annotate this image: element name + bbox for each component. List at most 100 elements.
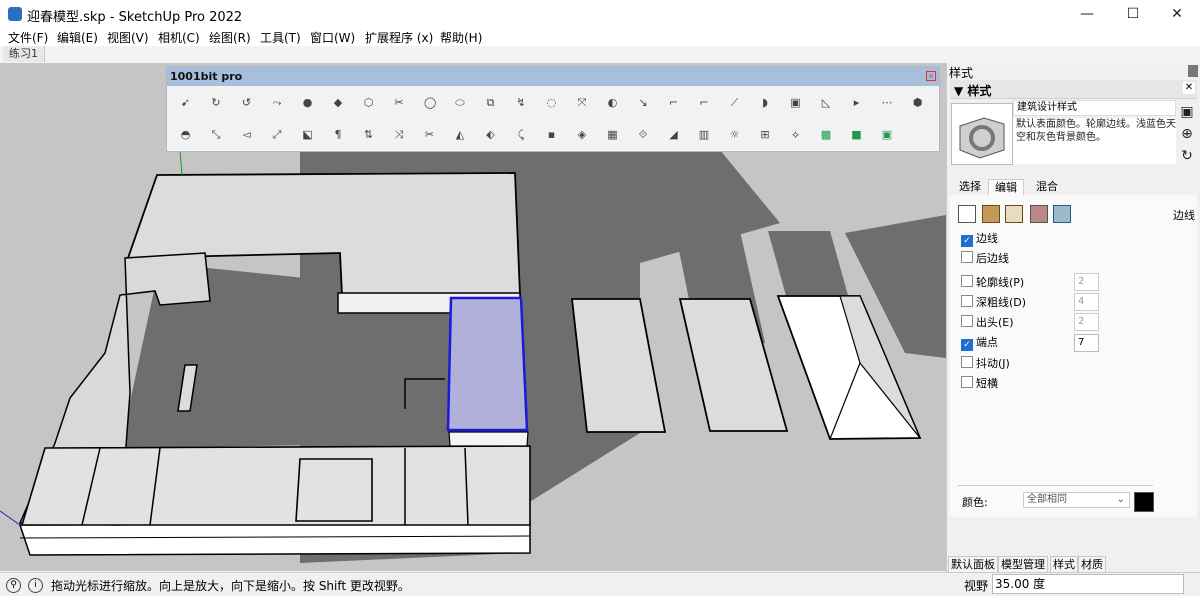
face-settings-icon[interactable] bbox=[982, 205, 1000, 223]
edges-checkbox-icon[interactable]: ✓ bbox=[961, 235, 973, 247]
dashes-checkbox-icon[interactable] bbox=[961, 376, 973, 388]
plugin-tool-icon[interactable]: ▩ bbox=[821, 129, 832, 140]
fov-value-field[interactable]: 35.00 度 bbox=[992, 574, 1184, 594]
color-mode-select[interactable]: 全部相同 ⌄ bbox=[1023, 492, 1130, 508]
plugin-tool-icon[interactable]: ◆ bbox=[333, 97, 344, 108]
minimize-button[interactable]: — bbox=[1064, 0, 1110, 28]
option-dashes[interactable]: 短横 bbox=[961, 376, 998, 390]
menu-edit[interactable]: 编辑(E) bbox=[57, 29, 98, 46]
plugin-tool-icon[interactable]: ⟐ bbox=[638, 129, 649, 140]
background-settings-icon[interactable] bbox=[1005, 205, 1023, 223]
plugin-tool-icon[interactable]: ↯ bbox=[516, 97, 527, 108]
plugin-tool-icon[interactable]: ▦ bbox=[607, 129, 618, 140]
plugin-tool-icon[interactable]: ⧉ bbox=[485, 97, 496, 108]
menu-camera[interactable]: 相机(C) bbox=[158, 29, 200, 46]
back-edges-checkbox-icon[interactable] bbox=[961, 251, 973, 263]
endpoints-checkbox-icon[interactable]: ✓ bbox=[961, 339, 973, 351]
plugin-tool-icon[interactable]: ☼ bbox=[729, 129, 740, 140]
plugin-tool-icon[interactable]: ■ bbox=[851, 129, 862, 140]
plugin-tool-icon[interactable]: ⌐ bbox=[668, 97, 679, 108]
tab-select[interactable]: 选择 bbox=[953, 179, 987, 195]
tab-mix[interactable]: 混合 bbox=[1030, 179, 1064, 195]
scene-tab[interactable]: 练习1 bbox=[3, 46, 45, 62]
plugin-tool-icon[interactable]: ⤢ bbox=[272, 129, 283, 140]
watermark-settings-icon[interactable] bbox=[1030, 205, 1048, 223]
plugin-tool-icon[interactable]: ➹ bbox=[180, 97, 191, 108]
create-style-icon[interactable]: ⊕ bbox=[1180, 127, 1194, 141]
plugin-tool-icon[interactable]: ⬢ bbox=[912, 97, 923, 108]
plugin-tool-icon[interactable]: ¶ bbox=[333, 129, 344, 140]
menu-help[interactable]: 帮助(H) bbox=[440, 29, 482, 46]
plugin-tool-icon[interactable]: ⇅ bbox=[363, 129, 374, 140]
edge-settings-icon[interactable] bbox=[958, 205, 976, 223]
plugin-tool-icon[interactable]: ⤳ bbox=[272, 97, 283, 108]
styles-panel-header[interactable]: ▼ 样式 ✕ bbox=[950, 80, 1197, 99]
plugin-tool-icon[interactable]: ⋯ bbox=[882, 97, 893, 108]
menu-draw[interactable]: 绘图(R) bbox=[209, 29, 251, 46]
toolbar-close-icon[interactable]: × bbox=[926, 71, 936, 81]
plugin-tool-icon[interactable]: ◓ bbox=[180, 129, 191, 140]
location-icon[interactable]: ⚲ bbox=[6, 578, 21, 593]
plugin-tool-icon[interactable]: ▥ bbox=[699, 129, 710, 140]
plugin-tool-icon[interactable]: ⟡ bbox=[790, 129, 801, 140]
depth-cue-field[interactable]: 4 bbox=[1074, 293, 1099, 311]
option-extension[interactable]: 出头(E) bbox=[961, 315, 1014, 329]
plugin-tool-icon[interactable]: ▪ bbox=[546, 129, 557, 140]
close-button[interactable]: ✕ bbox=[1154, 0, 1200, 28]
maximize-button[interactable]: ☐ bbox=[1110, 0, 1156, 28]
plugin-tool-icon[interactable]: ▣ bbox=[790, 97, 801, 108]
plugin-tool-icon[interactable]: ↘ bbox=[638, 97, 649, 108]
plugin-tool-icon[interactable]: ◯ bbox=[424, 97, 436, 108]
plugin-tool-icon[interactable]: ◌ bbox=[546, 97, 557, 108]
save-style-icon[interactable]: ▣ bbox=[1180, 105, 1194, 119]
plugin-tool-icon[interactable]: ⬡ bbox=[363, 97, 374, 108]
plugin-tool-icon[interactable]: ✂ bbox=[424, 129, 435, 140]
plugin-tool-icon[interactable]: ◐ bbox=[607, 97, 618, 108]
pin-icon[interactable] bbox=[1188, 65, 1198, 77]
edge-color-swatch[interactable] bbox=[1134, 492, 1154, 512]
profiles-checkbox-icon[interactable] bbox=[961, 275, 973, 287]
plugin-tool-icon[interactable]: ● bbox=[302, 97, 313, 108]
plugin-tool-icon[interactable]: ⤹ bbox=[516, 129, 527, 140]
plugin-tool-icon[interactable]: ⬭ bbox=[455, 97, 466, 108]
plugin-tool-icon[interactable]: ⟋ bbox=[729, 97, 740, 108]
menu-tools[interactable]: 工具(T) bbox=[260, 29, 301, 46]
plugin-tool-icon[interactable]: ↺ bbox=[241, 97, 252, 108]
plugin-tool-icon[interactable]: ◭ bbox=[455, 129, 466, 140]
style-description[interactable]: 默认表面颜色。轮廓边线。浅蓝色天空和灰色背景颜色。 bbox=[1013, 118, 1176, 164]
plugin-tool-icon[interactable]: ⤡ bbox=[211, 129, 222, 140]
plugin-tool-icon[interactable]: ◺ bbox=[821, 97, 832, 108]
plugin-tool-icon[interactable]: ▣ bbox=[882, 129, 893, 140]
info-icon[interactable]: i bbox=[28, 578, 43, 593]
style-name-field[interactable]: 建筑设计样式 bbox=[1013, 100, 1176, 116]
option-jitter[interactable]: 抖动(J) bbox=[961, 356, 1010, 370]
profiles-width-field[interactable]: 2 bbox=[1074, 273, 1099, 291]
menu-file[interactable]: 文件(F) bbox=[8, 29, 48, 46]
plugin-tool-icon[interactable]: ◈ bbox=[577, 129, 588, 140]
plugin-tool-icon[interactable]: ◢ bbox=[668, 129, 679, 140]
panel-close-icon[interactable]: ✕ bbox=[1183, 82, 1195, 94]
plugin-tool-icon[interactable]: ⤨ bbox=[394, 129, 405, 140]
depth-cue-checkbox-icon[interactable] bbox=[961, 295, 973, 307]
option-edges[interactable]: ✓ 边线 bbox=[961, 232, 998, 247]
extension-field[interactable]: 2 bbox=[1074, 313, 1099, 331]
menu-view[interactable]: 视图(V) bbox=[107, 29, 149, 46]
plugin-tool-icon[interactable]: ↻ bbox=[211, 97, 222, 108]
option-profiles[interactable]: 轮廓线(P) bbox=[961, 275, 1024, 289]
style-thumbnail[interactable] bbox=[951, 103, 1013, 165]
option-endpoints[interactable]: ✓ 端点 bbox=[961, 336, 998, 351]
plugin-tool-icon[interactable]: ▸ bbox=[851, 97, 862, 108]
plugin-tool-icon[interactable]: ⊞ bbox=[760, 129, 771, 140]
extension-checkbox-icon[interactable] bbox=[961, 315, 973, 327]
plugin-tool-icon[interactable]: ⬖ bbox=[485, 129, 496, 140]
endpoints-field[interactable]: 7 bbox=[1074, 334, 1099, 352]
plugin-tool-icon[interactable]: ⌐ bbox=[699, 97, 710, 108]
menu-extensions[interactable]: 扩展程序 (x) bbox=[365, 29, 433, 46]
modeling-settings-icon[interactable] bbox=[1053, 205, 1071, 223]
plugin-tool-icon[interactable]: ◗ bbox=[760, 97, 771, 108]
plugin-tool-icon[interactable]: ◅ bbox=[241, 129, 252, 140]
menu-window[interactable]: 窗口(W) bbox=[310, 29, 355, 46]
plugin-tool-icon[interactable]: ⬕ bbox=[302, 129, 313, 140]
tab-edit[interactable]: 编辑 bbox=[988, 179, 1024, 196]
update-style-icon[interactable]: ↻ bbox=[1180, 149, 1194, 163]
